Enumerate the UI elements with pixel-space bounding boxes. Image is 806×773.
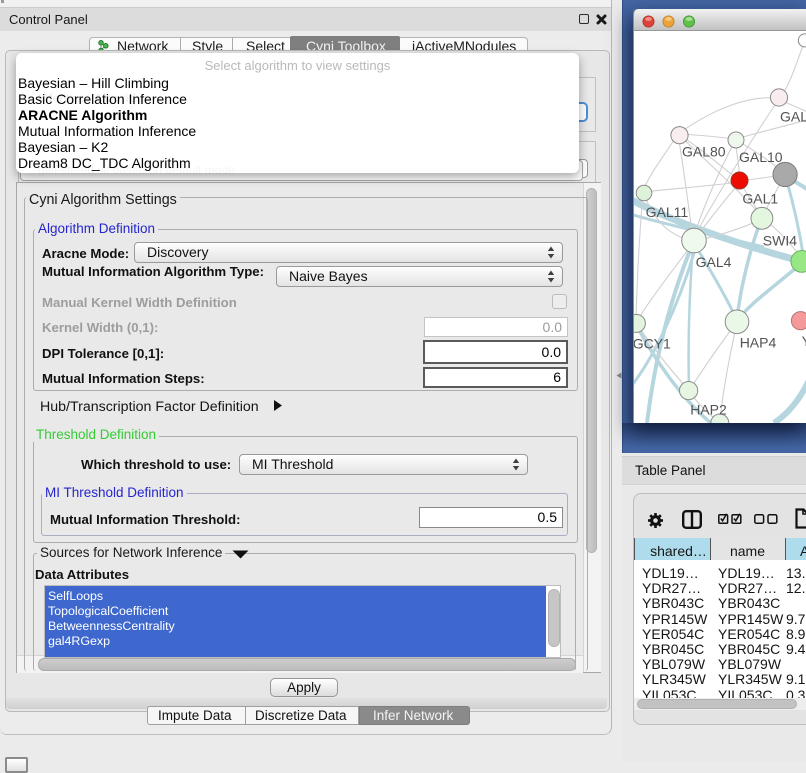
svg-text:GAL2: GAL2 [780,109,806,125]
svg-text:HAP2: HAP2 [690,401,727,417]
svg-text:GAL10: GAL10 [739,149,783,165]
svg-text:GCY1: GCY1 [634,336,671,352]
svg-text:HAP4: HAP4 [740,335,777,351]
svg-text:GAL1: GAL1 [742,191,778,207]
svg-text:YJ: YJ [802,333,806,349]
svg-text:GAL80: GAL80 [682,144,726,160]
svg-text:GAL11: GAL11 [646,204,689,220]
svg-text:GAL4: GAL4 [696,254,732,270]
svg-text:SWI4: SWI4 [763,232,797,248]
